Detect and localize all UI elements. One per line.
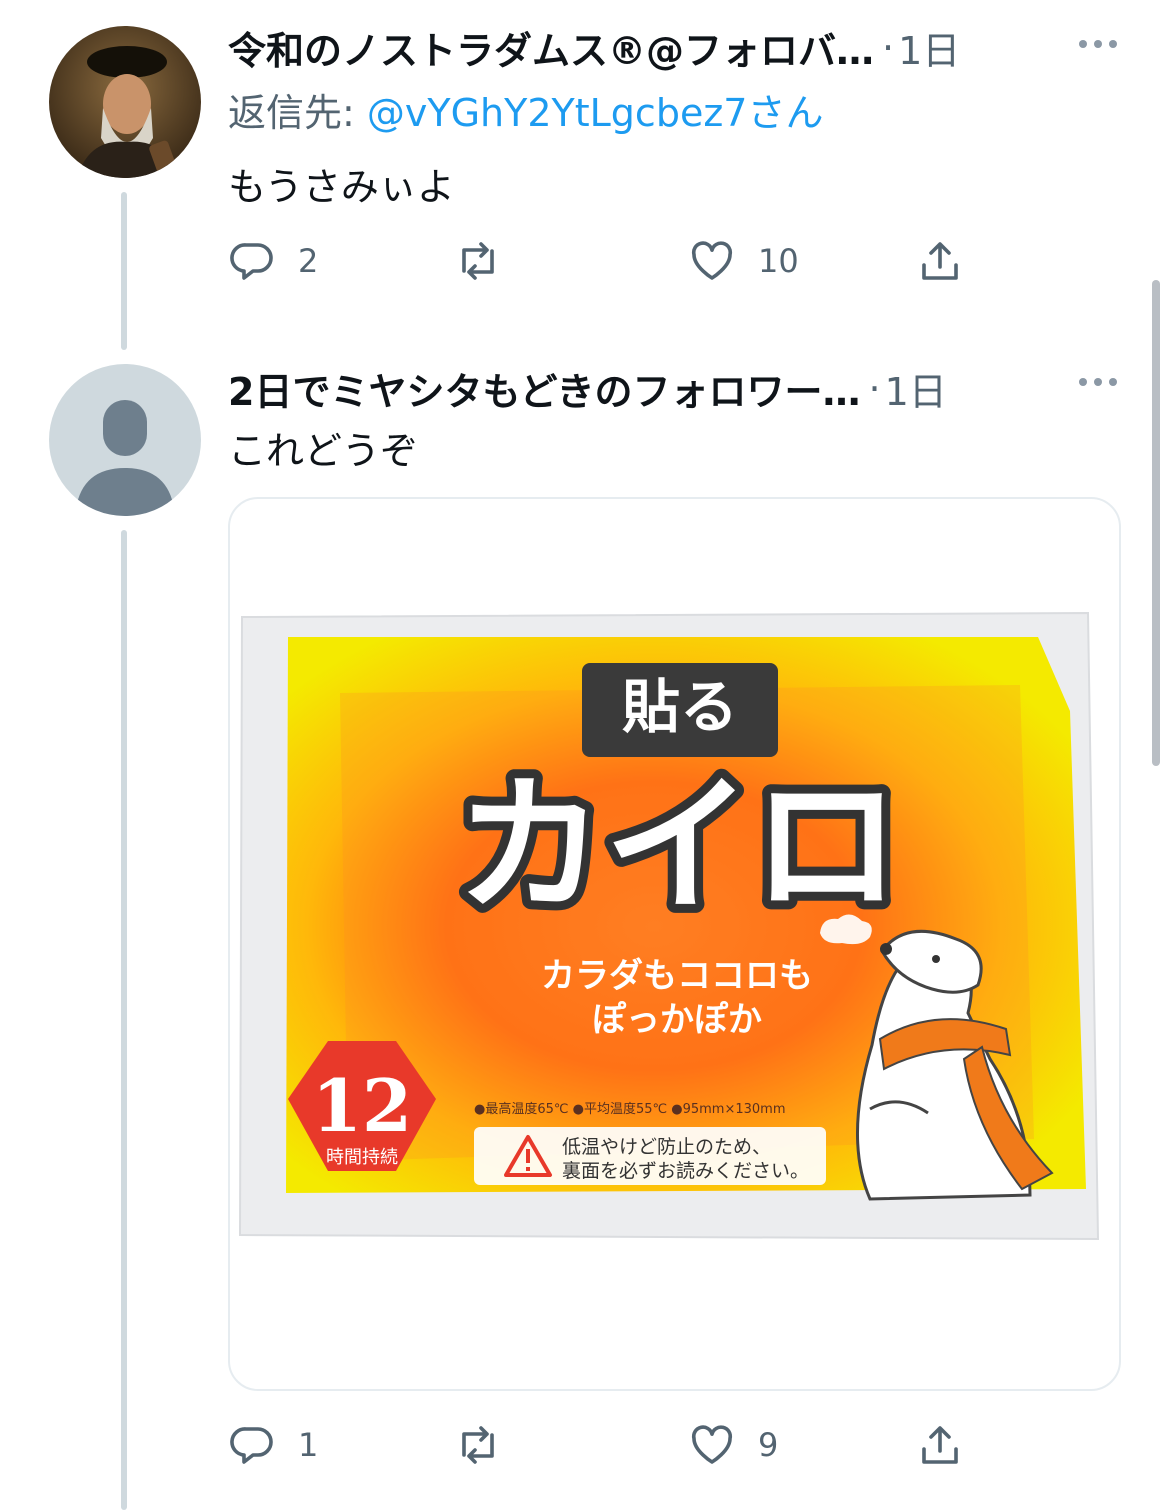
tweet-actions: 1 9 [228,1420,988,1470]
more-icon[interactable] [1079,34,1117,54]
product-title: カイロ [456,760,900,932]
retweet-button[interactable] [454,236,524,286]
reply-context: 返信先: @vYGhY2YtLgcbez7さん [228,82,823,137]
product-tagline-2: ぽっかぽか [592,1000,762,1040]
kairo-product-image: 貼る カイロ カイロ カラダもココロも ぽっかぽか 12 時間持続 ●最高温度6… [238,611,1100,1241]
reply-count: 1 [298,1426,319,1464]
badge-text: 貼る [622,673,738,741]
retweet-icon [462,1426,494,1464]
retweet-icon [462,242,494,280]
avatar[interactable] [49,26,201,178]
warning-line-2: 裏面を必ずお読みください。 [562,1160,809,1182]
hours-label: 時間持続 [326,1147,398,1168]
retweet-button[interactable] [454,1420,524,1470]
hours-number: 12 [312,1063,412,1148]
tweet-text: これどうぞ [228,429,419,473]
separator-dot: · [868,366,881,411]
reply-count: 2 [298,242,319,280]
display-name[interactable]: 2日でミヤシタもどきのフォロワー… [228,361,861,416]
reply-suffix: さん [747,91,824,135]
product-specs: ●最高温度65℃ ●平均温度55℃ ●95mm×130mm [474,1101,785,1117]
warning-line-1: 低温やけど防止のため、 [562,1136,771,1158]
timestamp[interactable]: 1日 [885,361,947,416]
like-count: 10 [758,242,799,280]
tweet-header: 2日でミヤシタもどきのフォロワー… · 1日 [228,361,947,416]
more-icon[interactable] [1079,372,1117,392]
timestamp[interactable]: 1日 [898,20,960,75]
media-card[interactable]: 貼る カイロ カイロ カラダもココロも ぽっかぽか 12 時間持続 ●最高温度6… [228,497,1121,1391]
reply-label: 返信先: [228,91,355,135]
thread-connector [121,530,127,1510]
like-count: 9 [758,1426,779,1464]
scrollbar[interactable] [1152,280,1160,766]
share-button[interactable] [916,236,964,286]
reply-handle-link[interactable]: @vYGhY2YtLgcbez7 [367,91,748,135]
like-button[interactable]: 10 [688,236,799,286]
tweet-text: もうさみぃよ [228,165,455,209]
like-icon [691,241,733,280]
tweet-header: 令和のノストラダムス®@フォロバ… · 1日 [228,20,960,75]
product-tagline-1: カラダもココロも [541,956,813,996]
like-button[interactable]: 9 [688,1420,778,1470]
thread-connector [121,192,127,350]
share-button[interactable] [916,1420,964,1470]
separator-dot: · [882,25,895,70]
reply-icon [230,243,273,280]
reply-button[interactable]: 2 [228,236,318,286]
tweet-actions: 2 10 [228,236,988,286]
share-icon [922,1426,958,1464]
reply-icon [230,1427,273,1464]
avatar[interactable] [49,364,201,516]
share-icon [922,242,958,280]
reply-button[interactable]: 1 [228,1420,318,1470]
tweet-thread: 令和のノストラダムス®@フォロバ… · 1日 返信先: @vYGhY2YtLgc… [0,0,1169,1510]
like-icon [691,1425,733,1464]
display-name[interactable]: 令和のノストラダムス®@フォロバ… [228,20,874,75]
